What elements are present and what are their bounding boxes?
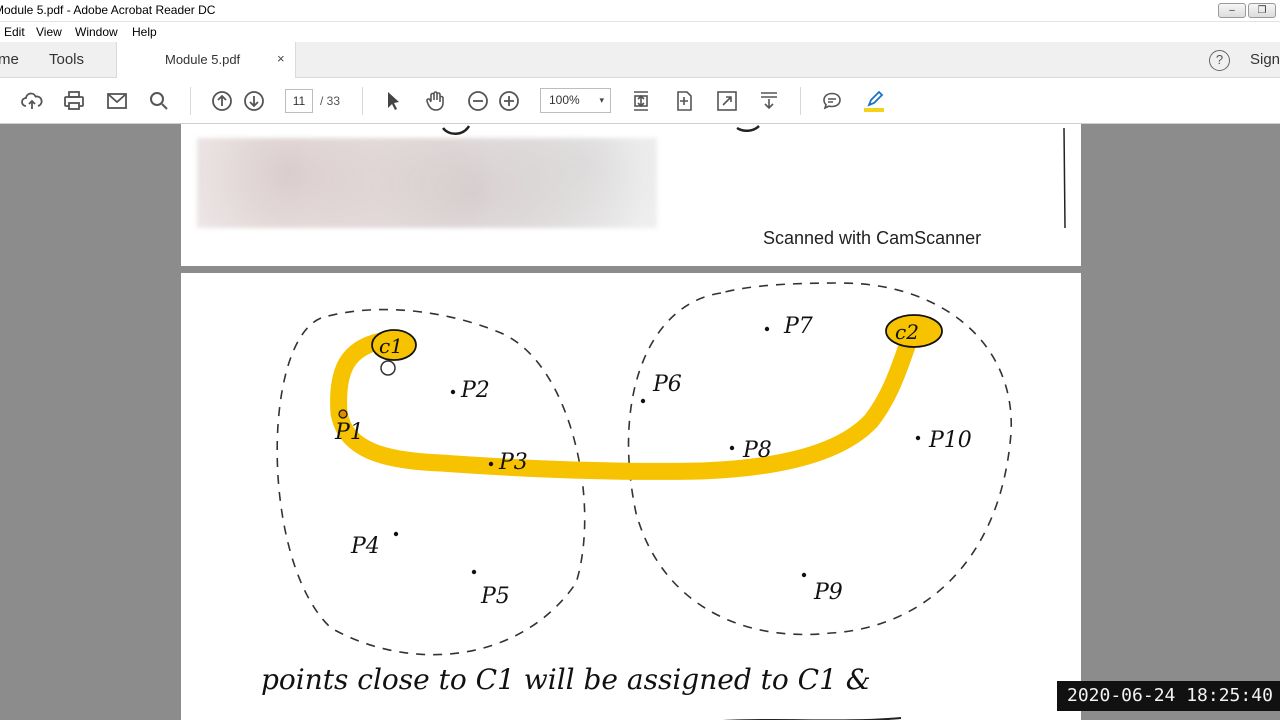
search-icon[interactable] — [147, 89, 171, 113]
point-dot-p9 — [801, 572, 807, 578]
zoom-out-icon[interactable] — [466, 89, 490, 113]
menu-window[interactable]: Window — [75, 25, 118, 39]
toolbar-divider — [800, 87, 801, 115]
chevron-down-icon: ▾ — [599, 95, 604, 105]
point-dot-p6 — [640, 398, 646, 404]
sign-in-button[interactable]: Sign — [1250, 51, 1280, 68]
tab-document[interactable]: Module 5.pdf × — [116, 42, 296, 79]
help-icon[interactable]: ? — [1209, 50, 1230, 71]
tab-home[interactable]: me — [0, 51, 19, 68]
point-label-p6: P6 — [652, 372, 682, 397]
c2-label: c2 — [895, 320, 919, 344]
page-count: / 33 — [320, 94, 341, 108]
tab-tools[interactable]: Tools — [49, 51, 84, 68]
point-label-p2: P2 — [460, 378, 490, 403]
email-icon[interactable] — [105, 89, 129, 113]
point-dot-p7 — [764, 326, 770, 332]
c1-marker — [380, 360, 396, 376]
camscanner-watermark: Scanned with CamScanner — [763, 228, 982, 248]
menu-edit[interactable]: Edit — [4, 25, 25, 39]
full-screen-icon[interactable] — [715, 89, 739, 113]
restore-button[interactable]: ❐ — [1248, 3, 1276, 18]
print-icon[interactable] — [62, 89, 86, 113]
menu-view[interactable]: View — [36, 25, 62, 39]
point-dot-p8 — [729, 445, 735, 451]
zoom-in-icon[interactable] — [497, 89, 521, 113]
point-label-p4: P4 — [350, 534, 380, 559]
page-down-icon[interactable] — [242, 89, 266, 113]
point-label-p5: P5 — [480, 584, 510, 609]
point-dot-p1 — [338, 409, 348, 419]
timestamp-overlay: 2020-06-24 18:25:40 — [1057, 681, 1280, 711]
highlight-icon[interactable] — [862, 89, 886, 113]
point-label-p1: P1 — [334, 420, 364, 445]
upload-icon[interactable] — [20, 89, 44, 113]
handwritten-note: points close to C1 will be assigned to C… — [261, 663, 871, 696]
tab-bar: me Tools Module 5.pdf × ? Sign — [0, 42, 1280, 79]
point-label-p8: P8 — [742, 438, 772, 463]
toolbar: 11 / 33 100% ▾ — [0, 78, 1280, 124]
page-up-icon[interactable] — [210, 89, 234, 113]
document-viewer[interactable]: Scanned with CamScanner c1 c2 P1 P2 P3 P… — [0, 124, 1280, 720]
point-dot-p3 — [488, 461, 494, 467]
fit-page-icon[interactable] — [672, 89, 696, 113]
highlight-stroke — [330, 332, 918, 480]
comment-icon[interactable] — [820, 89, 844, 113]
close-tab-icon[interactable]: × — [277, 51, 285, 66]
point-dot-p4 — [393, 531, 399, 537]
select-cursor-icon[interactable] — [381, 89, 405, 113]
document-tab-label: Module 5.pdf — [165, 52, 241, 67]
point-dot-p5 — [471, 569, 477, 575]
pdf-page-current: c1 c2 P1 P2 P3 P4 P5 P6 P7 P8 P9 P10 poi… — [181, 273, 1081, 720]
point-dot-p2 — [450, 389, 456, 395]
toolbar-divider — [190, 87, 191, 115]
download-icon[interactable] — [757, 89, 781, 113]
window-title: Module 5.pdf - Adobe Acrobat Reader DC — [0, 3, 216, 17]
page-number-input[interactable]: 11 — [285, 89, 313, 113]
menu-help[interactable]: Help — [132, 25, 157, 39]
point-label-p3: P3 — [498, 450, 528, 475]
minimize-button[interactable]: – — [1218, 3, 1246, 18]
point-label-p10: P10 — [928, 428, 972, 453]
menu-bar: Edit View Window Help — [0, 22, 1280, 42]
pdf-page-previous: Scanned with CamScanner — [181, 124, 1081, 266]
toolbar-divider — [362, 87, 363, 115]
cluster-c1-outline — [276, 308, 586, 656]
hand-tool-icon[interactable] — [423, 89, 447, 113]
title-bar: Module 5.pdf - Adobe Acrobat Reader DC –… — [0, 0, 1280, 22]
zoom-select[interactable]: 100% ▾ — [540, 88, 611, 113]
handwritten-cluster-diagram: c1 c2 P1 P2 P3 P4 P5 P6 P7 P8 P9 P10 poi… — [261, 282, 1012, 720]
point-dot-p10 — [915, 435, 921, 441]
c1-label: c1 — [379, 334, 403, 358]
point-label-p7: P7 — [783, 314, 813, 339]
scroll-mode-icon[interactable] — [629, 89, 653, 113]
point-label-p9: P9 — [813, 580, 843, 605]
zoom-value: 100% — [549, 93, 580, 107]
